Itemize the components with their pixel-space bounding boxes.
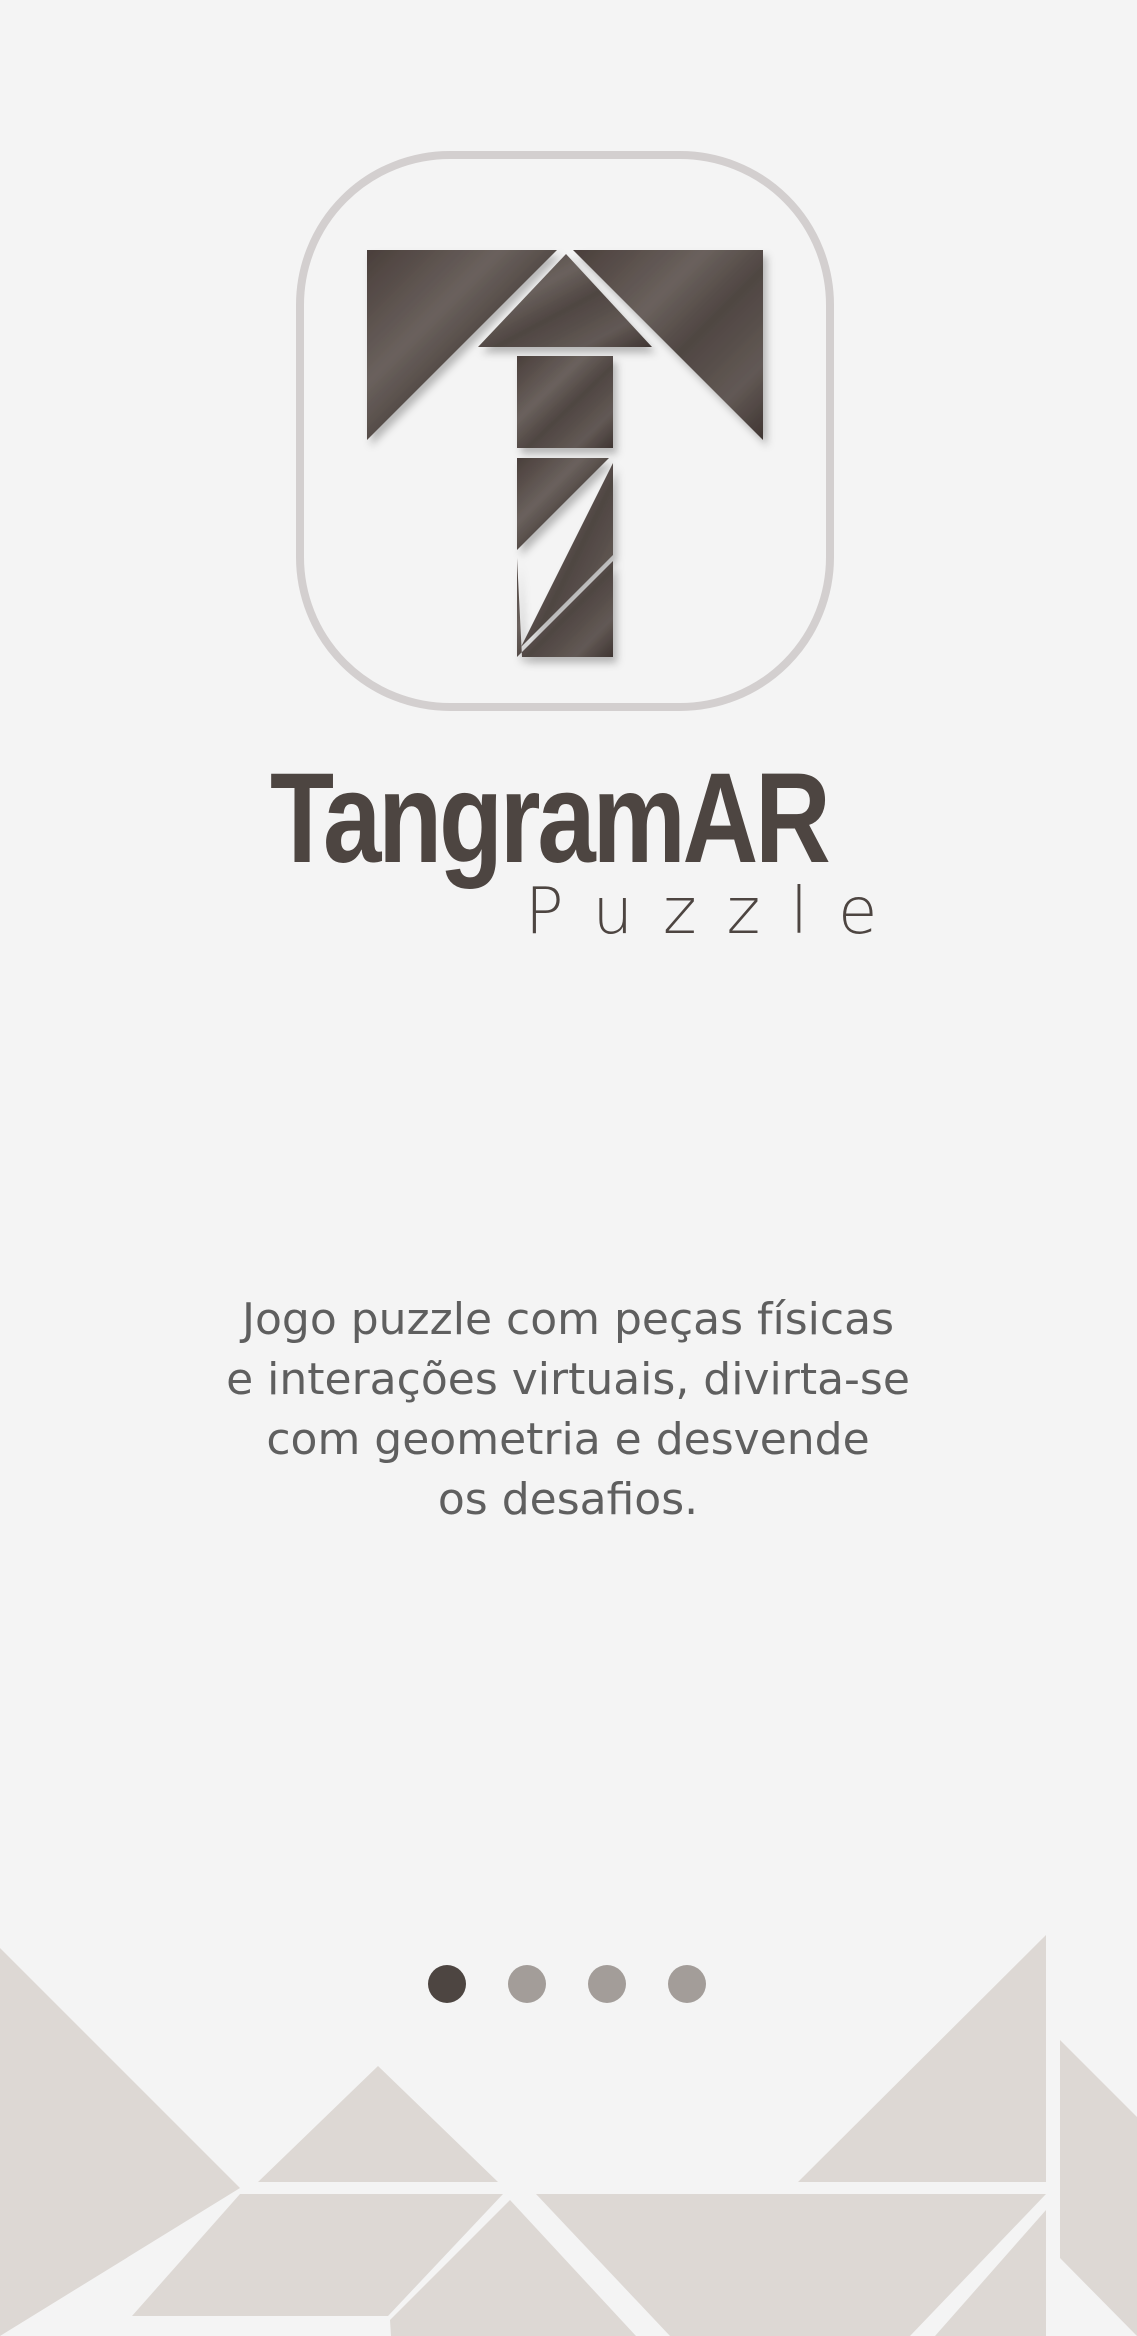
page-dot-4[interactable] xyxy=(668,1965,706,2003)
decor-piece xyxy=(1060,2040,1137,2336)
decor-piece xyxy=(258,2066,498,2182)
tangram-piece-square xyxy=(517,356,613,448)
description-line: e interações virtuais, divirta-se xyxy=(226,1354,910,1405)
page-dot-3[interactable] xyxy=(588,1965,626,2003)
description-line: Jogo puzzle com peças físicas xyxy=(242,1294,894,1345)
page-indicator[interactable] xyxy=(428,1965,706,2005)
page-dot-1[interactable] xyxy=(428,1965,466,2003)
description-line: os desafios. xyxy=(437,1474,699,1525)
description-line: com geometria e desvende xyxy=(266,1414,870,1465)
app-logo-icon xyxy=(296,151,834,711)
app-subtitle: Puzzle xyxy=(525,875,908,949)
intro-description: Jogo puzzle com peças físicas e interaçõ… xyxy=(168,1290,968,1530)
app-title: TangramAR xyxy=(270,747,831,890)
decor-piece xyxy=(798,1935,1046,2182)
page-dot-2[interactable] xyxy=(508,1965,546,2003)
